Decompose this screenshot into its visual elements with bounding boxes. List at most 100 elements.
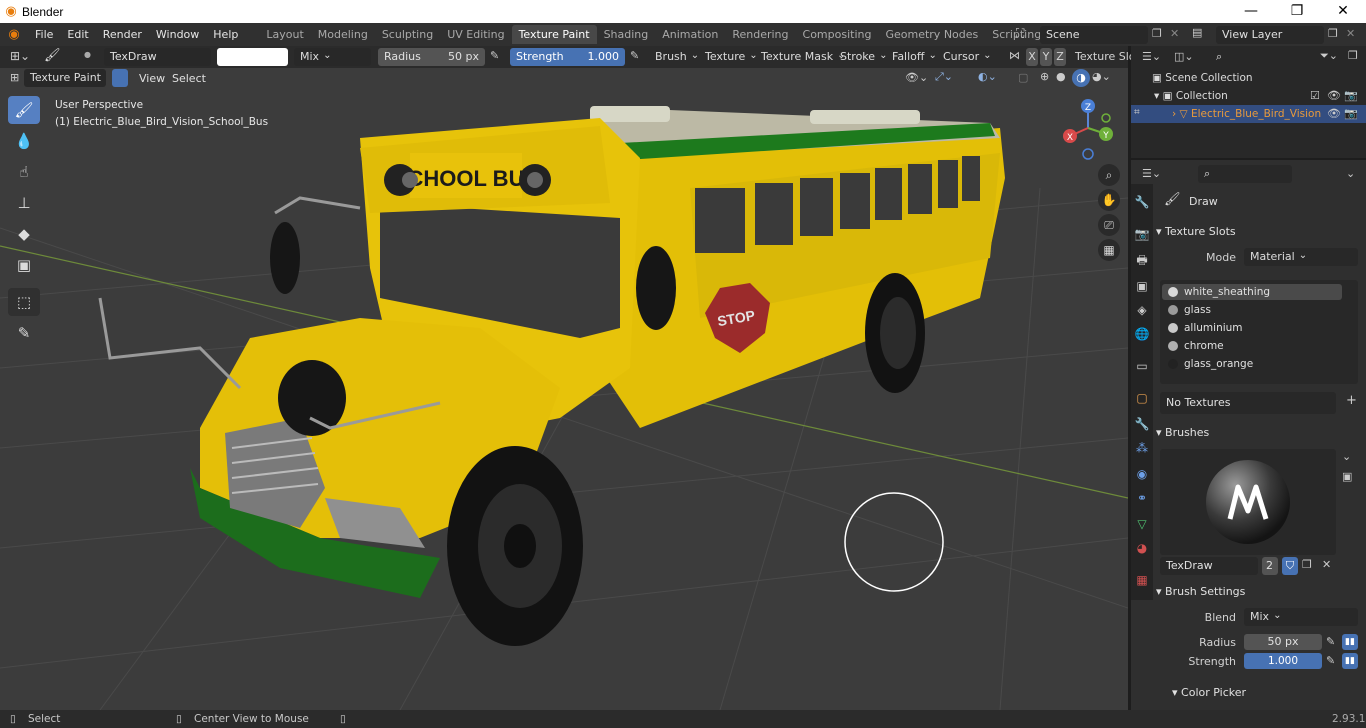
tool-mask[interactable]: ▣ xyxy=(8,251,40,279)
editor-type-icon[interactable]: ⊞⌄ xyxy=(10,49,30,63)
outliner-display-mode-icon[interactable]: ◫⌄ xyxy=(1174,50,1194,63)
object-tab-icon[interactable]: ▢ xyxy=(1131,386,1153,410)
outliner-scene-collection[interactable]: ▣ Scene Collection xyxy=(1152,69,1253,87)
brush-settings-section[interactable]: ▾ Brush Settings xyxy=(1156,582,1245,602)
zoom-icon[interactable]: ⌕ xyxy=(1098,164,1120,186)
menu-file[interactable]: File xyxy=(28,23,60,46)
gizmo-toggle-icon[interactable]: ⤢⌄ xyxy=(935,70,953,84)
cursor-menu[interactable]: Cursor xyxy=(943,48,992,66)
menu-edit[interactable]: Edit xyxy=(60,23,95,46)
view-layer-remove-icon[interactable]: ✕ xyxy=(1346,27,1355,40)
minimize-button[interactable]: — xyxy=(1228,0,1274,23)
strength-pressure-icon[interactable]: ✎ xyxy=(630,49,639,62)
paint-mask-toggle[interactable] xyxy=(112,69,128,87)
material-tab-icon[interactable]: ◕ xyxy=(1131,536,1153,560)
render-tab-icon[interactable]: 📷 xyxy=(1131,222,1153,246)
blend-mode-select[interactable]: Mix xyxy=(294,48,371,66)
modifier-tab-icon[interactable]: 🔧 xyxy=(1131,412,1153,436)
strength-setting-slider[interactable]: 1.000 xyxy=(1244,653,1322,669)
duplicate-brush-icon[interactable]: ❐ xyxy=(1302,558,1312,571)
add-texture-icon[interactable]: + xyxy=(1346,393,1357,408)
texture-slots-section[interactable]: ▾ Texture Slots xyxy=(1156,222,1236,242)
properties-editor-type-icon[interactable]: ☰⌄ xyxy=(1142,167,1161,180)
tool-annotate-select[interactable]: ⬚ xyxy=(8,288,40,316)
outliner-editor-type-icon[interactable]: ☰⌄ xyxy=(1142,50,1161,63)
particles-tab-icon[interactable]: ⁂ xyxy=(1131,436,1153,460)
stroke-menu[interactable]: Stroke xyxy=(840,48,887,66)
strength-pressure-toggle-icon[interactable]: ✎ xyxy=(1326,654,1335,667)
scene-icon[interactable]: ⛶ xyxy=(1016,26,1024,41)
tab-geometry-nodes[interactable]: Geometry Nodes xyxy=(878,25,985,44)
brush-tool-icon[interactable]: 🖌 xyxy=(44,48,61,63)
menu-window[interactable]: Window xyxy=(149,23,206,46)
output-tab-icon[interactable]: 🖶 xyxy=(1131,248,1153,272)
select-menu[interactable]: Select xyxy=(172,72,206,85)
collection-tab-icon[interactable]: ▭ xyxy=(1131,354,1153,378)
constraints-tab-icon[interactable]: ⚭ xyxy=(1131,486,1153,510)
menu-render[interactable]: Render xyxy=(96,23,149,46)
tool-clone[interactable]: ⊥ xyxy=(8,189,40,217)
tool-fill[interactable]: ◆ xyxy=(8,220,40,248)
shading-solid-icon[interactable]: ● xyxy=(1056,70,1066,83)
scene-tab-icon[interactable]: ◈ xyxy=(1131,298,1153,322)
texture-mask-menu[interactable]: Texture Mask xyxy=(761,48,846,66)
shading-wireframe-icon[interactable]: ⊕ xyxy=(1040,70,1049,83)
view-layer-field[interactable]: View Layer xyxy=(1216,26,1324,44)
3d-viewport[interactable]: SCHOOL BUS STOP xyxy=(0,68,1128,710)
radius-setting-slider[interactable]: 50 px xyxy=(1244,634,1322,650)
scene-remove-icon[interactable]: ✕ xyxy=(1170,27,1179,40)
object-visibility-icon[interactable]: 👁 xyxy=(1327,107,1341,120)
world-tab-icon[interactable]: 🌐 xyxy=(1131,322,1153,346)
interaction-mode-select[interactable]: Texture Paint xyxy=(24,69,106,87)
strength-slider[interactable]: Strength 1.000 xyxy=(510,48,625,66)
mode-icon[interactable]: ⊞ xyxy=(10,71,19,84)
radius-slider[interactable]: Radius 50 px xyxy=(378,48,485,66)
viewport-visibility-icon[interactable]: 👁⌄ xyxy=(905,71,928,84)
physics-tab-icon[interactable]: ◉ xyxy=(1131,462,1153,486)
fake-user-shield-icon[interactable]: ⛉ xyxy=(1282,557,1298,575)
tab-rendering[interactable]: Rendering xyxy=(725,25,795,44)
symmetry-icon[interactable]: ⋈ xyxy=(1009,49,1020,62)
brush-image-icon[interactable]: ▣ xyxy=(1342,470,1352,483)
tab-layout[interactable]: Layout xyxy=(259,25,310,44)
navigation-gizmo[interactable]: Z Y X xyxy=(1060,96,1116,162)
mirror-y-toggle[interactable]: Y xyxy=(1040,48,1052,66)
slot-glass[interactable]: glass xyxy=(1162,302,1342,318)
tab-compositing[interactable]: Compositing xyxy=(796,25,879,44)
tool-smear[interactable]: ☝ xyxy=(8,158,40,186)
filter-icon[interactable]: ⏷⌄ xyxy=(1320,49,1338,63)
new-collection-icon[interactable]: ❐ xyxy=(1348,49,1358,62)
tab-sculpting[interactable]: Sculpting xyxy=(375,25,440,44)
xray-toggle-icon[interactable]: ▢ xyxy=(1018,71,1028,84)
color-picker-section[interactable]: ▾ Color Picker xyxy=(1172,683,1246,703)
scene-name-field[interactable]: Scene xyxy=(1040,26,1148,44)
brush-users-count[interactable]: 2 xyxy=(1262,557,1278,575)
tool-soften[interactable]: 💧 xyxy=(8,127,40,155)
view-layer-copy-icon[interactable]: ❐ xyxy=(1328,27,1338,40)
tool-annotate[interactable]: ✎ xyxy=(8,319,40,347)
object-render-icon[interactable]: 📷 xyxy=(1344,107,1358,120)
shading-rendered-icon[interactable]: ◕⌄ xyxy=(1092,70,1111,83)
tab-animation[interactable]: Animation xyxy=(655,25,725,44)
mirror-x-toggle[interactable]: X xyxy=(1026,48,1038,66)
brush-browse-icon[interactable]: ⌄ xyxy=(1342,450,1351,463)
outliner-search-input[interactable]: ⌕ xyxy=(1210,48,1314,66)
brush-name-field[interactable]: TexDraw xyxy=(104,48,211,66)
properties-search-input[interactable]: ⌕ xyxy=(1198,165,1292,183)
camera-icon[interactable]: ⎚ xyxy=(1098,214,1120,236)
unlink-brush-icon[interactable]: ✕ xyxy=(1322,558,1331,571)
slot-chrome[interactable]: chrome xyxy=(1162,338,1342,354)
brush-name-input[interactable]: TexDraw xyxy=(1160,557,1258,575)
radius-pressure-icon[interactable]: ✎ xyxy=(490,49,499,62)
properties-options-icon[interactable]: ⌄ xyxy=(1346,167,1355,180)
tab-texture-paint[interactable]: Texture Paint xyxy=(511,25,597,44)
outliner-collection[interactable]: ▾ ▣ Collection xyxy=(1154,87,1228,105)
tab-modeling[interactable]: Modeling xyxy=(311,25,375,44)
scene-copy-icon[interactable]: ❐ xyxy=(1152,27,1162,40)
collection-visibility-icon[interactable]: 👁 xyxy=(1327,89,1341,102)
view-layer-icon[interactable]: ▤ xyxy=(1192,26,1202,39)
slot-mode-select[interactable]: Material xyxy=(1244,248,1358,266)
slot-glass-orange[interactable]: glass_orange xyxy=(1162,356,1342,372)
falloff-menu[interactable]: Falloff xyxy=(892,48,937,66)
brush-menu[interactable]: Brush xyxy=(655,48,699,66)
